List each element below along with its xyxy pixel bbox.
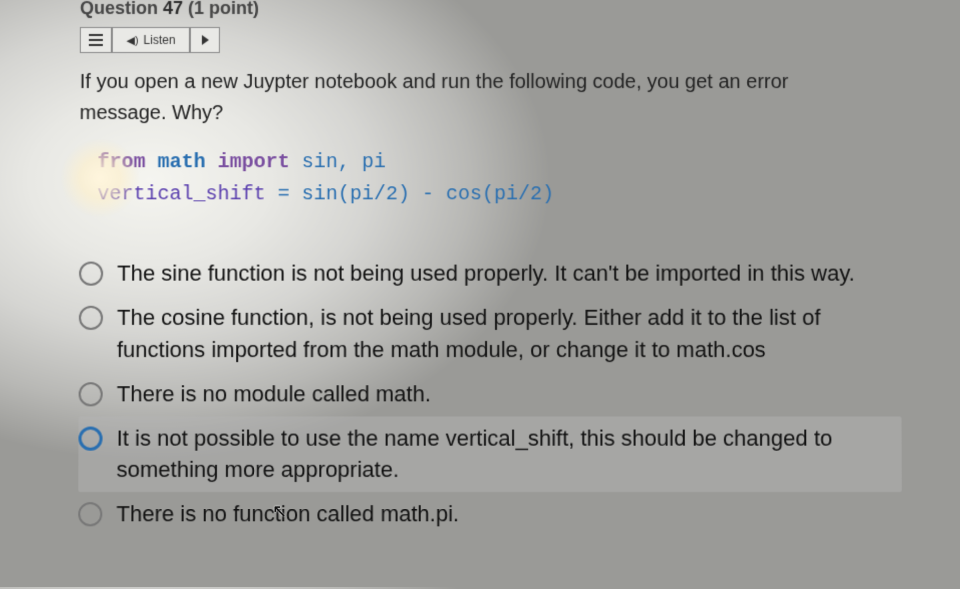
- question-prompt: If you open a new Juypter notebook and r…: [80, 67, 841, 129]
- option-2[interactable]: The cosine function, is not being used p…: [79, 296, 902, 372]
- code-block: from math import sin, pi vertical_shift …: [97, 147, 900, 211]
- option-1[interactable]: The sine function is not being used prop…: [79, 252, 901, 296]
- keyword-import: import: [218, 151, 290, 174]
- code-line-2: vertical_shift = sin(pi/2) - cos(pi/2): [97, 179, 900, 211]
- option-text: There is no module called math.: [117, 378, 431, 410]
- radio-icon: [78, 502, 102, 526]
- option-text: There is no function called math.pi.: [116, 498, 459, 530]
- import-names: sin, pi: [302, 151, 386, 174]
- question-page: Question 47 (1 point) ◀) Listen If you o…: [0, 0, 960, 537]
- option-text: The cosine function, is not being used p…: [117, 302, 891, 366]
- module-name: math: [158, 151, 206, 174]
- option-text: The sine function is not being used prop…: [117, 258, 855, 290]
- option-4[interactable]: It is not possible to use the name verti…: [78, 416, 902, 492]
- radio-icon: [79, 262, 103, 286]
- code-line-1: from math import sin, pi: [97, 147, 900, 179]
- keyword-from: from: [97, 151, 145, 174]
- option-3[interactable]: There is no module called math.: [79, 372, 902, 416]
- menu-button[interactable]: [80, 27, 112, 53]
- question-header: Question 47 (1 point): [80, 0, 900, 19]
- radio-icon: [79, 382, 103, 406]
- radio-icon: [78, 426, 102, 450]
- hamburger-icon: [89, 34, 103, 46]
- listen-label: Listen: [143, 33, 175, 47]
- radio-icon: [79, 306, 103, 330]
- audio-toolbar: ◀) Listen: [80, 27, 900, 53]
- play-button[interactable]: [190, 27, 220, 53]
- play-icon: [201, 35, 208, 45]
- answer-options: The sine function is not being used prop…: [78, 252, 902, 537]
- question-prefix: Question: [80, 0, 158, 18]
- question-points: (1 point): [188, 0, 259, 18]
- var-name: vertical_shift: [97, 183, 265, 206]
- listen-button[interactable]: ◀) Listen: [112, 27, 190, 53]
- expr: = sin(pi/2) - cos(pi/2): [266, 183, 555, 206]
- option-text: It is not possible to use the name verti…: [116, 422, 891, 486]
- speaker-icon: ◀): [126, 34, 138, 47]
- option-5[interactable]: There is no function called math.pi.: [78, 492, 902, 536]
- question-number: 47: [163, 0, 183, 18]
